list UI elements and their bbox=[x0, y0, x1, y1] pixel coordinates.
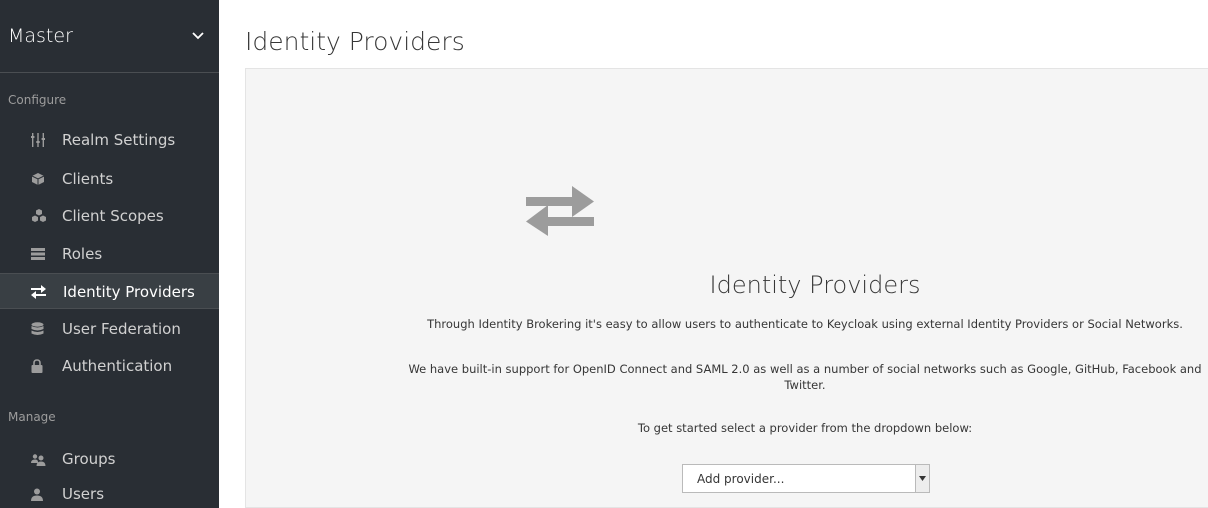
exchange-icon bbox=[526, 186, 594, 236]
caret-down-icon bbox=[915, 465, 929, 492]
sidebar-item-users[interactable]: Users bbox=[0, 476, 219, 508]
sidebar-item-realm-settings[interactable]: Realm Settings bbox=[0, 122, 219, 158]
sidebar-item-roles[interactable]: Roles bbox=[0, 236, 219, 272]
sidebar-item-label: Identity Providers bbox=[63, 283, 195, 301]
sidebar-item-authentication[interactable]: Authentication bbox=[0, 348, 219, 384]
sidebar-item-label: Realm Settings bbox=[62, 131, 176, 149]
realm-selector[interactable]: Master bbox=[0, 0, 219, 73]
lock-icon bbox=[31, 359, 45, 373]
sidebar-item-groups[interactable]: Groups bbox=[0, 441, 219, 477]
empty-state-description: We have built-in support for OpenID Conn… bbox=[408, 362, 1202, 392]
list-icon bbox=[31, 247, 45, 261]
section-configure: Configure bbox=[8, 93, 67, 107]
sidebar-item-identity-providers[interactable]: Identity Providers bbox=[0, 273, 219, 309]
sidebar-item-client-scopes[interactable]: Client Scopes bbox=[0, 198, 219, 234]
add-provider-select[interactable]: Add provider... bbox=[682, 464, 930, 493]
section-manage: Manage bbox=[8, 410, 56, 424]
empty-state-title: Identity Providers bbox=[709, 271, 921, 299]
sidebar: Master Configure Realm Settings Clients bbox=[0, 0, 219, 508]
page-title: Identity Providers bbox=[245, 27, 465, 56]
sidebar-item-label: Users bbox=[62, 485, 105, 503]
database-icon bbox=[31, 322, 45, 336]
realm-name: Master bbox=[8, 25, 73, 47]
sidebar-item-label: Roles bbox=[62, 245, 103, 263]
empty-state-description: Through Identity Brokering it's easy to … bbox=[427, 317, 1183, 331]
sidebar-item-label: Groups bbox=[62, 450, 116, 468]
sidebar-item-label: Client Scopes bbox=[62, 207, 164, 225]
sidebar-item-label: Authentication bbox=[62, 357, 173, 375]
select-value: Add provider... bbox=[697, 472, 785, 486]
cubes-icon bbox=[31, 209, 46, 223]
sidebar-item-label: Clients bbox=[62, 170, 114, 188]
cube-icon bbox=[31, 172, 45, 186]
users-icon bbox=[31, 452, 46, 466]
sidebar-item-clients[interactable]: Clients bbox=[0, 161, 219, 197]
empty-state-instruction: To get started select a provider from th… bbox=[637, 421, 973, 435]
sliders-icon bbox=[31, 133, 45, 147]
sidebar-item-user-federation[interactable]: User Federation bbox=[0, 311, 219, 347]
user-icon bbox=[31, 487, 45, 501]
sidebar-item-label: User Federation bbox=[62, 320, 181, 338]
chevron-down-icon bbox=[191, 29, 205, 43]
exchange-icon bbox=[31, 285, 46, 299]
